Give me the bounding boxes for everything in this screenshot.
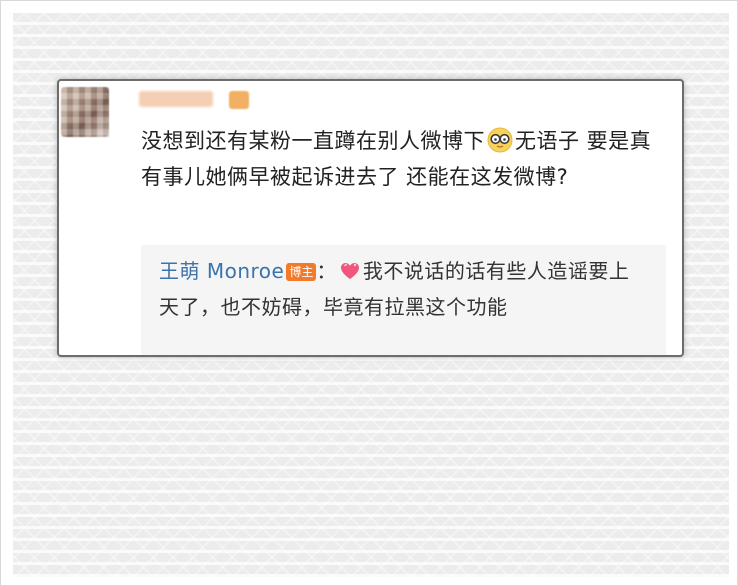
avatar[interactable] bbox=[61, 87, 109, 137]
author-reply: 王萌 Monroe 博主： 我不说话的话有些人造谣要上天了，也不妨碍，毕竟有拉黑这… bbox=[141, 245, 666, 355]
comment-text: 没想到还有某粉一直蹲在别人微博下 无语子 要是真有事儿她俩早被起诉进去了 还能在… bbox=[141, 123, 661, 195]
comment-card: 没想到还有某粉一直蹲在别人微博下 无语子 要是真有事儿她俩早被起诉进去了 还能在… bbox=[57, 79, 684, 357]
username-redacted[interactable] bbox=[139, 91, 213, 107]
comment-text-part-1: 没想到还有某粉一直蹲在别人微博下 bbox=[141, 129, 485, 153]
user-level-badge bbox=[229, 91, 249, 109]
blogger-badge: 博主 bbox=[286, 263, 317, 281]
reply-separator: ： bbox=[316, 259, 337, 283]
screenshot-frame: 没想到还有某粉一直蹲在别人微博下 无语子 要是真有事儿她俩早被起诉进去了 还能在… bbox=[0, 0, 738, 586]
reply-author-link[interactable]: 王萌 Monroe bbox=[159, 259, 284, 283]
glasses-face-emoji-icon bbox=[487, 127, 513, 153]
heart-emoji-icon bbox=[340, 263, 359, 279]
